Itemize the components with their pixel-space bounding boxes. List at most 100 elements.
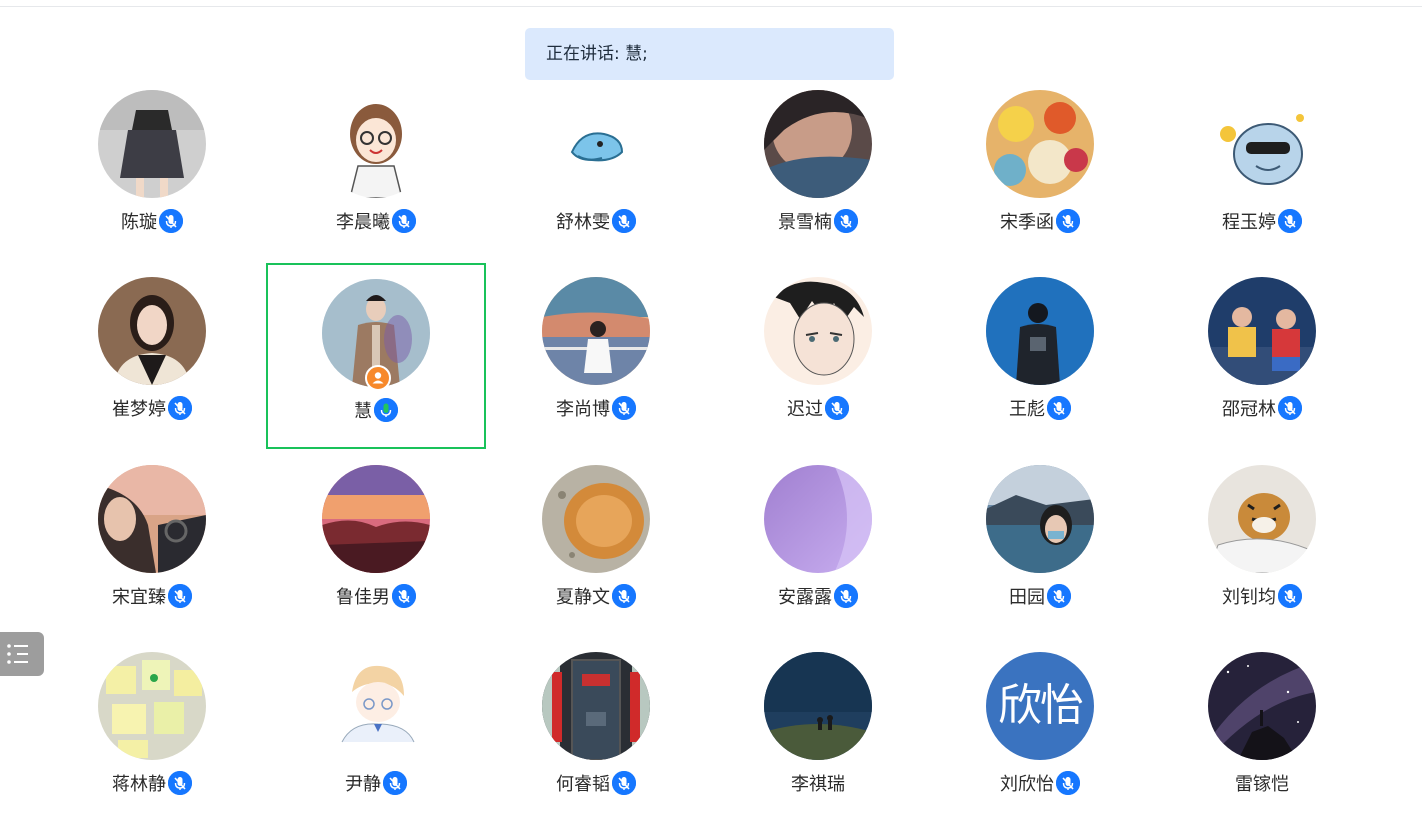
host-person-icon bbox=[365, 365, 391, 391]
avatar bbox=[98, 465, 206, 573]
participant-name: 宋季函 bbox=[1000, 212, 1054, 233]
avatar bbox=[764, 90, 872, 198]
participant-tile[interactable]: 刘钊均 bbox=[1152, 451, 1372, 637]
participant-tile[interactable]: 李祺瑞 bbox=[708, 638, 928, 824]
name-row: 景雪楠 bbox=[708, 208, 928, 234]
name-row: 蒋林静 bbox=[42, 770, 262, 796]
participant-tile[interactable]: 尹静 bbox=[266, 638, 486, 824]
avatar bbox=[1208, 652, 1316, 760]
participant-tile[interactable]: 安露露 bbox=[708, 451, 928, 637]
participant-name: 慧 bbox=[354, 401, 372, 422]
participant-name: 鲁佳男 bbox=[336, 587, 390, 608]
name-row: 宋季函 bbox=[930, 208, 1150, 234]
participant-name: 景雪楠 bbox=[778, 212, 832, 233]
name-row: 田园 bbox=[930, 583, 1150, 609]
avatar bbox=[542, 277, 650, 385]
name-row: 迟过 bbox=[708, 395, 928, 421]
participant-tile[interactable]: 景雪楠 bbox=[708, 76, 928, 262]
avatar bbox=[98, 90, 206, 198]
avatar bbox=[98, 277, 206, 385]
microphone-muted-icon bbox=[1278, 396, 1302, 420]
avatar bbox=[764, 652, 872, 760]
avatar bbox=[542, 652, 650, 760]
participant-tile[interactable]: 夏静文 bbox=[486, 451, 706, 637]
avatar bbox=[98, 652, 206, 760]
participant-name: 王彪 bbox=[1009, 399, 1045, 420]
microphone-active-icon bbox=[374, 398, 398, 422]
side-menu-toggle[interactable] bbox=[0, 632, 44, 676]
participant-tile[interactable]: 迟过 bbox=[708, 263, 928, 449]
participant-tile[interactable]: 舒林雯 bbox=[486, 76, 706, 262]
avatar bbox=[764, 277, 872, 385]
participant-tile[interactable]: 李尚博 bbox=[486, 263, 706, 449]
microphone-muted-icon bbox=[612, 396, 636, 420]
participant-tile[interactable]: 李晨曦 bbox=[266, 76, 486, 262]
participant-tile[interactable]: 宋宜臻 bbox=[42, 451, 262, 637]
name-row: 尹静 bbox=[266, 770, 486, 796]
participant-tile[interactable]: 邵冠林 bbox=[1152, 263, 1372, 449]
participant-name: 李尚博 bbox=[556, 399, 610, 420]
avatar: 欣怡 bbox=[986, 652, 1094, 760]
name-row: 宋宜臻 bbox=[42, 583, 262, 609]
microphone-muted-icon bbox=[825, 396, 849, 420]
participant-tile[interactable]: 田园 bbox=[930, 451, 1150, 637]
participant-tile[interactable]: 鲁佳男 bbox=[266, 451, 486, 637]
microphone-muted-icon bbox=[383, 771, 407, 795]
microphone-muted-icon bbox=[392, 209, 416, 233]
name-row: 何睿韬 bbox=[486, 770, 706, 796]
name-row: 鲁佳男 bbox=[266, 583, 486, 609]
participant-name: 程玉婷 bbox=[1222, 212, 1276, 233]
name-row: 崔梦婷 bbox=[42, 395, 262, 421]
participant-grid: 陈璇 李晨曦 舒林雯 景雪楠 宋季函 程玉婷崔梦婷 慧 李尚博 迟过 王彪 邵冠林宋宜臻 鲁佳男 夏静文… bbox=[0, 0, 1422, 800]
avatar bbox=[986, 465, 1094, 573]
microphone-muted-icon bbox=[1056, 209, 1080, 233]
avatar bbox=[1208, 90, 1316, 198]
name-row: 夏静文 bbox=[486, 583, 706, 609]
microphone-muted-icon bbox=[168, 396, 192, 420]
participant-name: 蒋林静 bbox=[112, 774, 166, 795]
participant-tile[interactable]: 慧 bbox=[266, 263, 486, 449]
microphone-muted-icon bbox=[1056, 771, 1080, 795]
participant-name: 宋宜臻 bbox=[112, 587, 166, 608]
microphone-muted-icon bbox=[612, 209, 636, 233]
microphone-muted-icon bbox=[159, 209, 183, 233]
name-row: 安露露 bbox=[708, 583, 928, 609]
name-row: 慧 bbox=[268, 397, 484, 423]
avatar bbox=[322, 652, 430, 760]
participant-name: 邵冠林 bbox=[1222, 399, 1276, 420]
microphone-muted-icon bbox=[612, 771, 636, 795]
avatar bbox=[764, 465, 872, 573]
participant-tile[interactable]: 蒋林静 bbox=[42, 638, 262, 824]
participant-tile[interactable]: 何睿韬 bbox=[486, 638, 706, 824]
microphone-muted-icon bbox=[392, 584, 416, 608]
participant-name: 田园 bbox=[1009, 587, 1045, 608]
participant-name: 刘钊均 bbox=[1222, 587, 1276, 608]
participant-name: 雷镓恺 bbox=[1235, 774, 1289, 795]
avatar bbox=[542, 90, 650, 198]
name-row: 李晨曦 bbox=[266, 208, 486, 234]
participant-tile[interactable]: 雷镓恺 bbox=[1152, 638, 1372, 824]
participant-tile[interactable]: 陈璇 bbox=[42, 76, 262, 262]
participant-name: 刘欣怡 bbox=[1000, 774, 1054, 795]
participant-name: 夏静文 bbox=[556, 587, 610, 608]
name-row: 邵冠林 bbox=[1152, 395, 1372, 421]
microphone-muted-icon bbox=[1047, 396, 1071, 420]
avatar bbox=[542, 465, 650, 573]
participant-name: 安露露 bbox=[778, 587, 832, 608]
participant-tile[interactable]: 宋季函 bbox=[930, 76, 1150, 262]
list-menu-icon bbox=[7, 644, 28, 664]
participant-tile[interactable]: 欣怡刘欣怡 bbox=[930, 638, 1150, 824]
avatar bbox=[986, 90, 1094, 198]
avatar bbox=[986, 277, 1094, 385]
name-row: 舒林雯 bbox=[486, 208, 706, 234]
participant-tile[interactable]: 崔梦婷 bbox=[42, 263, 262, 449]
avatar bbox=[1208, 277, 1316, 385]
microphone-muted-icon bbox=[834, 584, 858, 608]
participant-tile[interactable]: 程玉婷 bbox=[1152, 76, 1372, 262]
avatar bbox=[322, 465, 430, 573]
participant-tile[interactable]: 王彪 bbox=[930, 263, 1150, 449]
name-row: 刘钊均 bbox=[1152, 583, 1372, 609]
participant-name: 尹静 bbox=[345, 774, 381, 795]
name-row: 李尚博 bbox=[486, 395, 706, 421]
microphone-muted-icon bbox=[1278, 584, 1302, 608]
